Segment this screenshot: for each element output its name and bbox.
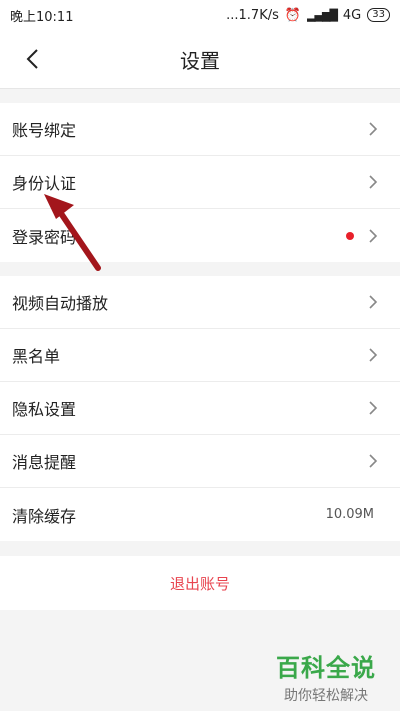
row-label: 身份认证	[12, 174, 77, 193]
signal-icon: ▂▄▆█	[307, 8, 338, 22]
row-account-binding[interactable]: 账号绑定	[0, 103, 400, 156]
row-label: 隐私设置	[12, 400, 77, 419]
row-label: 登录密码	[12, 227, 77, 247]
network-type: 4G	[342, 7, 362, 23]
chevron-left-icon	[26, 49, 38, 69]
network-speed: ...1.7K/s	[226, 7, 279, 23]
settings-group-account: 账号绑定 身份认证 登录密码	[0, 103, 400, 262]
status-right: ...1.7K/s ⏰ ▂▄▆█ 4G 33	[226, 8, 390, 23]
row-video-autoplay[interactable]: 视频自动播放	[0, 276, 400, 329]
row-label: 黑名单	[12, 347, 61, 366]
watermark-logo: 百科全说 助你轻松解决	[266, 648, 386, 705]
chevron-right-icon	[368, 120, 382, 138]
chevron-right-icon	[368, 173, 382, 191]
chevron-right-icon	[368, 293, 382, 311]
watermark-sub: 助你轻松解决	[284, 688, 368, 704]
logout-panel: 退出账号	[0, 556, 400, 610]
chevron-right-icon	[368, 227, 382, 245]
row-privacy-settings[interactable]: 隐私设置	[0, 382, 400, 435]
battery-icon: 33	[367, 8, 390, 22]
battery-level: 33	[372, 9, 385, 20]
chevron-right-icon	[368, 452, 382, 470]
row-blacklist[interactable]: 黑名单	[0, 329, 400, 382]
row-message-reminder[interactable]: 消息提醒	[0, 435, 400, 488]
settings-group-general: 视频自动播放 黑名单 隐私设置 消息提醒 清除缓存 10.09M	[0, 276, 400, 541]
watermark-main: 百科全说	[276, 654, 376, 682]
status-time: 晚上10:11	[10, 9, 74, 25]
status-bar: 晚上10:11 ...1.7K/s ⏰ ▂▄▆█ 4G 33	[0, 0, 400, 30]
back-button[interactable]	[14, 40, 50, 78]
chevron-right-icon	[368, 399, 382, 417]
page-header: 设置	[0, 30, 400, 89]
row-label: 视频自动播放	[12, 294, 109, 313]
row-identity-verification[interactable]: 身份认证	[0, 156, 400, 209]
page-title: 设置	[180, 48, 220, 73]
row-login-password[interactable]: 登录密码	[0, 209, 400, 262]
row-label: 消息提醒	[12, 453, 77, 472]
notification-dot	[346, 231, 354, 240]
cache-size: 10.09M	[325, 507, 374, 522]
logout-button[interactable]: 退出账号	[170, 573, 230, 594]
row-label: 账号绑定	[12, 121, 77, 140]
row-clear-cache[interactable]: 清除缓存 10.09M	[0, 488, 400, 541]
alarm-icon: ⏰	[284, 7, 302, 23]
row-label: 清除缓存	[12, 506, 77, 526]
chevron-right-icon	[368, 346, 382, 364]
